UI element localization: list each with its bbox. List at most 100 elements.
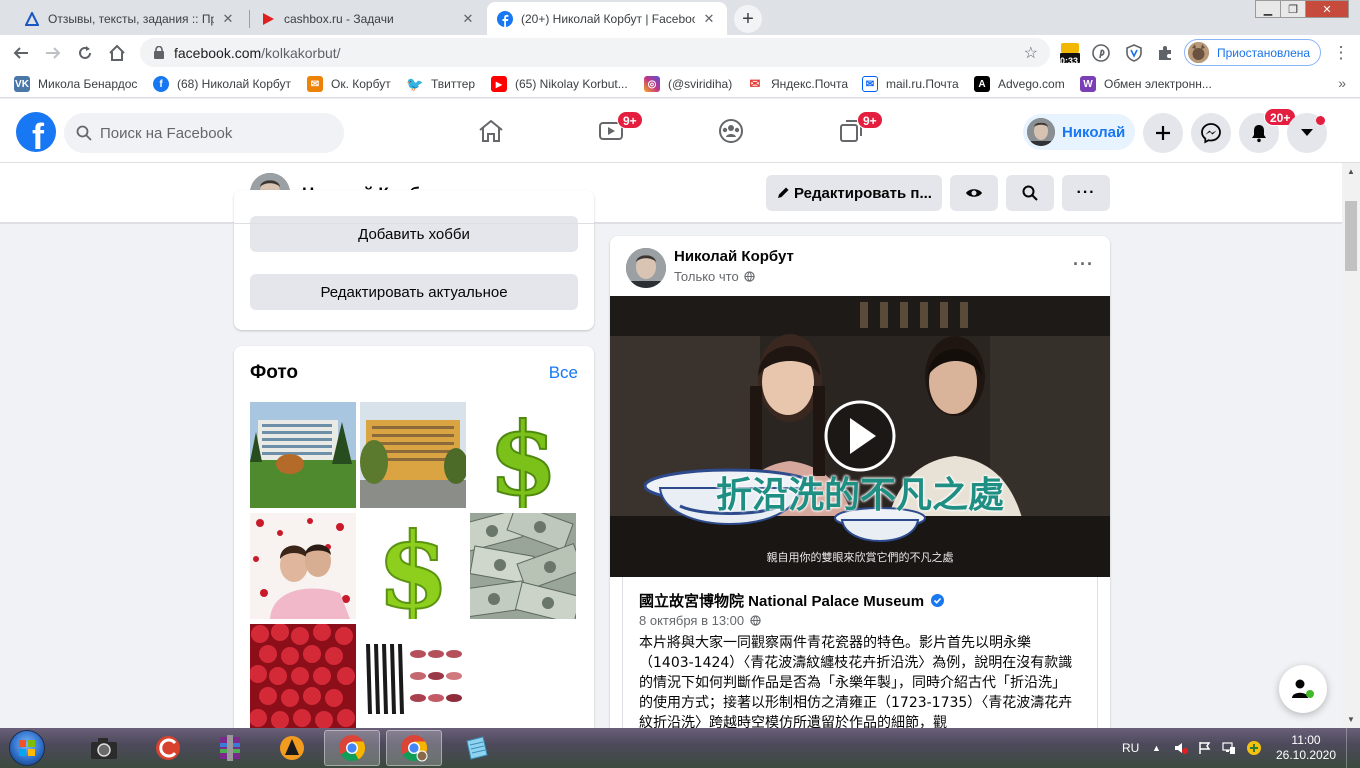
bookmark-item[interactable]: ✉ Ок. Корбут	[307, 75, 391, 93]
bookmark-label: (65) Nikolay Korbut...	[515, 77, 628, 91]
bookmark-item[interactable]: ◎ (@sviridiha)	[644, 75, 732, 93]
facebook-logo[interactable]: f	[16, 112, 56, 152]
address-bar[interactable]: facebook.com/kolkakorbut/ ☆	[140, 38, 1050, 67]
post-timestamp[interactable]: Только что	[674, 269, 756, 285]
start-button[interactable]	[4, 729, 50, 767]
tab-cashbox[interactable]: cashbox.ru - Задачи ✕	[250, 2, 486, 35]
taskbar-chrome-app[interactable]	[324, 730, 380, 766]
vpn-tray-icon[interactable]	[1246, 728, 1262, 768]
new-message-button[interactable]	[1279, 665, 1327, 713]
tray-expand-icon[interactable]: ▲	[1152, 728, 1161, 768]
language-indicator[interactable]: RU	[1122, 728, 1139, 768]
extensions-puzzle-icon[interactable]	[1154, 42, 1176, 64]
bookmark-item[interactable]: A Advego.com	[974, 75, 1065, 93]
home-icon[interactable]	[104, 40, 130, 66]
timer-extension-icon[interactable]: 0:33	[1058, 42, 1082, 66]
bookmark-item[interactable]: VK Микола Бенардос	[14, 75, 137, 93]
browser-menu-icon[interactable]: ⋮	[1328, 40, 1354, 66]
bookmark-star-icon[interactable]: ☆	[1024, 43, 1038, 63]
close-tab-icon[interactable]: ✕	[220, 11, 236, 27]
photo-thumbnail[interactable]	[250, 513, 356, 619]
system-clock[interactable]: 11:00 26.10.2020	[1273, 733, 1339, 763]
groups-nav-icon[interactable]	[711, 111, 751, 151]
taskbar-archive-app[interactable]	[202, 730, 258, 766]
photo-thumbnail[interactable]: $	[470, 402, 576, 508]
bookmark-item[interactable]: ✉ Яндекс.Почта	[747, 75, 848, 93]
action-center-flag-icon[interactable]	[1198, 728, 1212, 768]
bookmark-item[interactable]: 🐦 Твиттер	[406, 75, 475, 93]
shield-extension-icon[interactable]	[1123, 42, 1145, 64]
network-icon[interactable]	[1222, 728, 1236, 768]
search-profile-button[interactable]	[1006, 175, 1054, 211]
bookmark-label: Микола Бенардос	[38, 77, 138, 91]
photo-thumbnail[interactable]	[470, 513, 576, 619]
forward-icon[interactable]	[40, 40, 66, 66]
bookmark-item[interactable]: f (68) Николай Корбут	[153, 75, 291, 93]
home-nav-icon[interactable]	[471, 111, 511, 151]
bookmark-item[interactable]: ✉ mail.ru.Почта	[862, 75, 959, 93]
advego-icon	[24, 11, 40, 27]
taskbar-avast-app[interactable]	[264, 730, 320, 766]
bookmark-label: Обмен электронн...	[1104, 77, 1212, 91]
volume-muted-icon[interactable]	[1174, 728, 1188, 768]
post-more-icon[interactable]: ···	[1073, 254, 1094, 275]
video-caption: 折沿洗的不凡之處	[715, 475, 1004, 516]
bookmarks-overflow-button[interactable]: »	[1338, 75, 1346, 91]
header-divider	[0, 223, 1342, 224]
tab-advego[interactable]: Отзывы, тексты, задания :: Пред ✕	[14, 2, 246, 35]
view-as-button[interactable]	[950, 175, 998, 211]
profile-chip[interactable]: Николай	[1023, 114, 1135, 150]
reload-icon[interactable]	[72, 40, 98, 66]
edit-profile-button[interactable]: Редактировать п...	[766, 175, 942, 211]
new-tab-button[interactable]: +	[734, 5, 762, 33]
create-button[interactable]	[1143, 113, 1183, 153]
vk-icon: VK	[14, 76, 30, 92]
shared-page-name[interactable]: 國立故宮博物院 National Palace Museum	[639, 590, 945, 611]
photo-thumbnail[interactable]	[250, 624, 356, 730]
bookmark-item[interactable]: W Обмен электронн...	[1080, 75, 1212, 93]
cashbox-icon	[260, 11, 276, 27]
edit-featured-button[interactable]: Редактировать актуальное	[250, 274, 578, 310]
close-window-icon[interactable]: ✕	[1305, 0, 1349, 18]
shared-timestamp[interactable]: 8 октября в 13:00	[639, 613, 761, 629]
restore-icon[interactable]: ❐	[1280, 0, 1306, 18]
scroll-up-arrow-icon[interactable]: ▲	[1342, 163, 1360, 180]
avatar[interactable]	[626, 248, 666, 288]
profile-button[interactable]: Приостановлена	[1184, 39, 1321, 66]
photos-title: Фото	[250, 362, 299, 383]
url-path: /kolkakorbut/	[261, 44, 341, 61]
back-icon[interactable]	[8, 40, 34, 66]
messenger-icon[interactable]	[1191, 113, 1231, 153]
lock-icon[interactable]	[152, 46, 166, 60]
extension-timer: 0:33	[1059, 56, 1078, 66]
photo-thumbnail[interactable]	[360, 402, 466, 508]
close-tab-icon[interactable]: ✕	[460, 11, 476, 27]
bookmark-label: mail.ru.Почта	[886, 77, 959, 91]
more-options-button[interactable]: ···	[1062, 175, 1110, 211]
bookmark-label: Ок. Корбут	[331, 77, 391, 91]
taskbar-camera-app[interactable]	[76, 730, 132, 766]
post-author[interactable]: Николай Корбут	[674, 248, 794, 265]
tab-facebook[interactable]: (20+) Николай Корбут | Facebook ✕	[487, 2, 727, 35]
taskbar-chrome-profile-app[interactable]	[386, 730, 442, 766]
pinterest-icon[interactable]	[1090, 42, 1112, 64]
close-tab-icon[interactable]: ✕	[701, 11, 717, 27]
video-player[interactable]: 折沿洗的不凡之處 親自用你的雙眼來欣賞它們的不凡之處	[610, 296, 1110, 577]
taskbar-notes-app[interactable]	[448, 730, 504, 766]
photo-thumbnail[interactable]	[360, 624, 466, 730]
facebook-search[interactable]	[64, 113, 344, 153]
search-input[interactable]	[100, 124, 320, 142]
shared-time-label: 8 октября в 13:00	[639, 613, 745, 628]
taskbar-ccleaner-app[interactable]	[140, 730, 196, 766]
page-scrollbar[interactable]: ▲ ▼	[1342, 163, 1360, 728]
photo-thumbnail[interactable]: $	[360, 513, 466, 619]
add-hobbies-button[interactable]: Добавить хобби	[250, 216, 578, 252]
photo-thumbnail[interactable]	[250, 402, 356, 508]
scrollbar-thumb[interactable]	[1345, 201, 1357, 271]
show-desktop-button[interactable]	[1346, 728, 1360, 768]
browser-tab-strip: Отзывы, тексты, задания :: Пред ✕ cashbo…	[0, 0, 1360, 35]
minimize-icon[interactable]: ▁	[1255, 0, 1281, 18]
scroll-down-arrow-icon[interactable]: ▼	[1342, 711, 1360, 728]
photos-all-link[interactable]: Все	[549, 363, 578, 383]
bookmark-item[interactable]: ▶ (65) Nikolay Korbut...	[491, 75, 628, 93]
